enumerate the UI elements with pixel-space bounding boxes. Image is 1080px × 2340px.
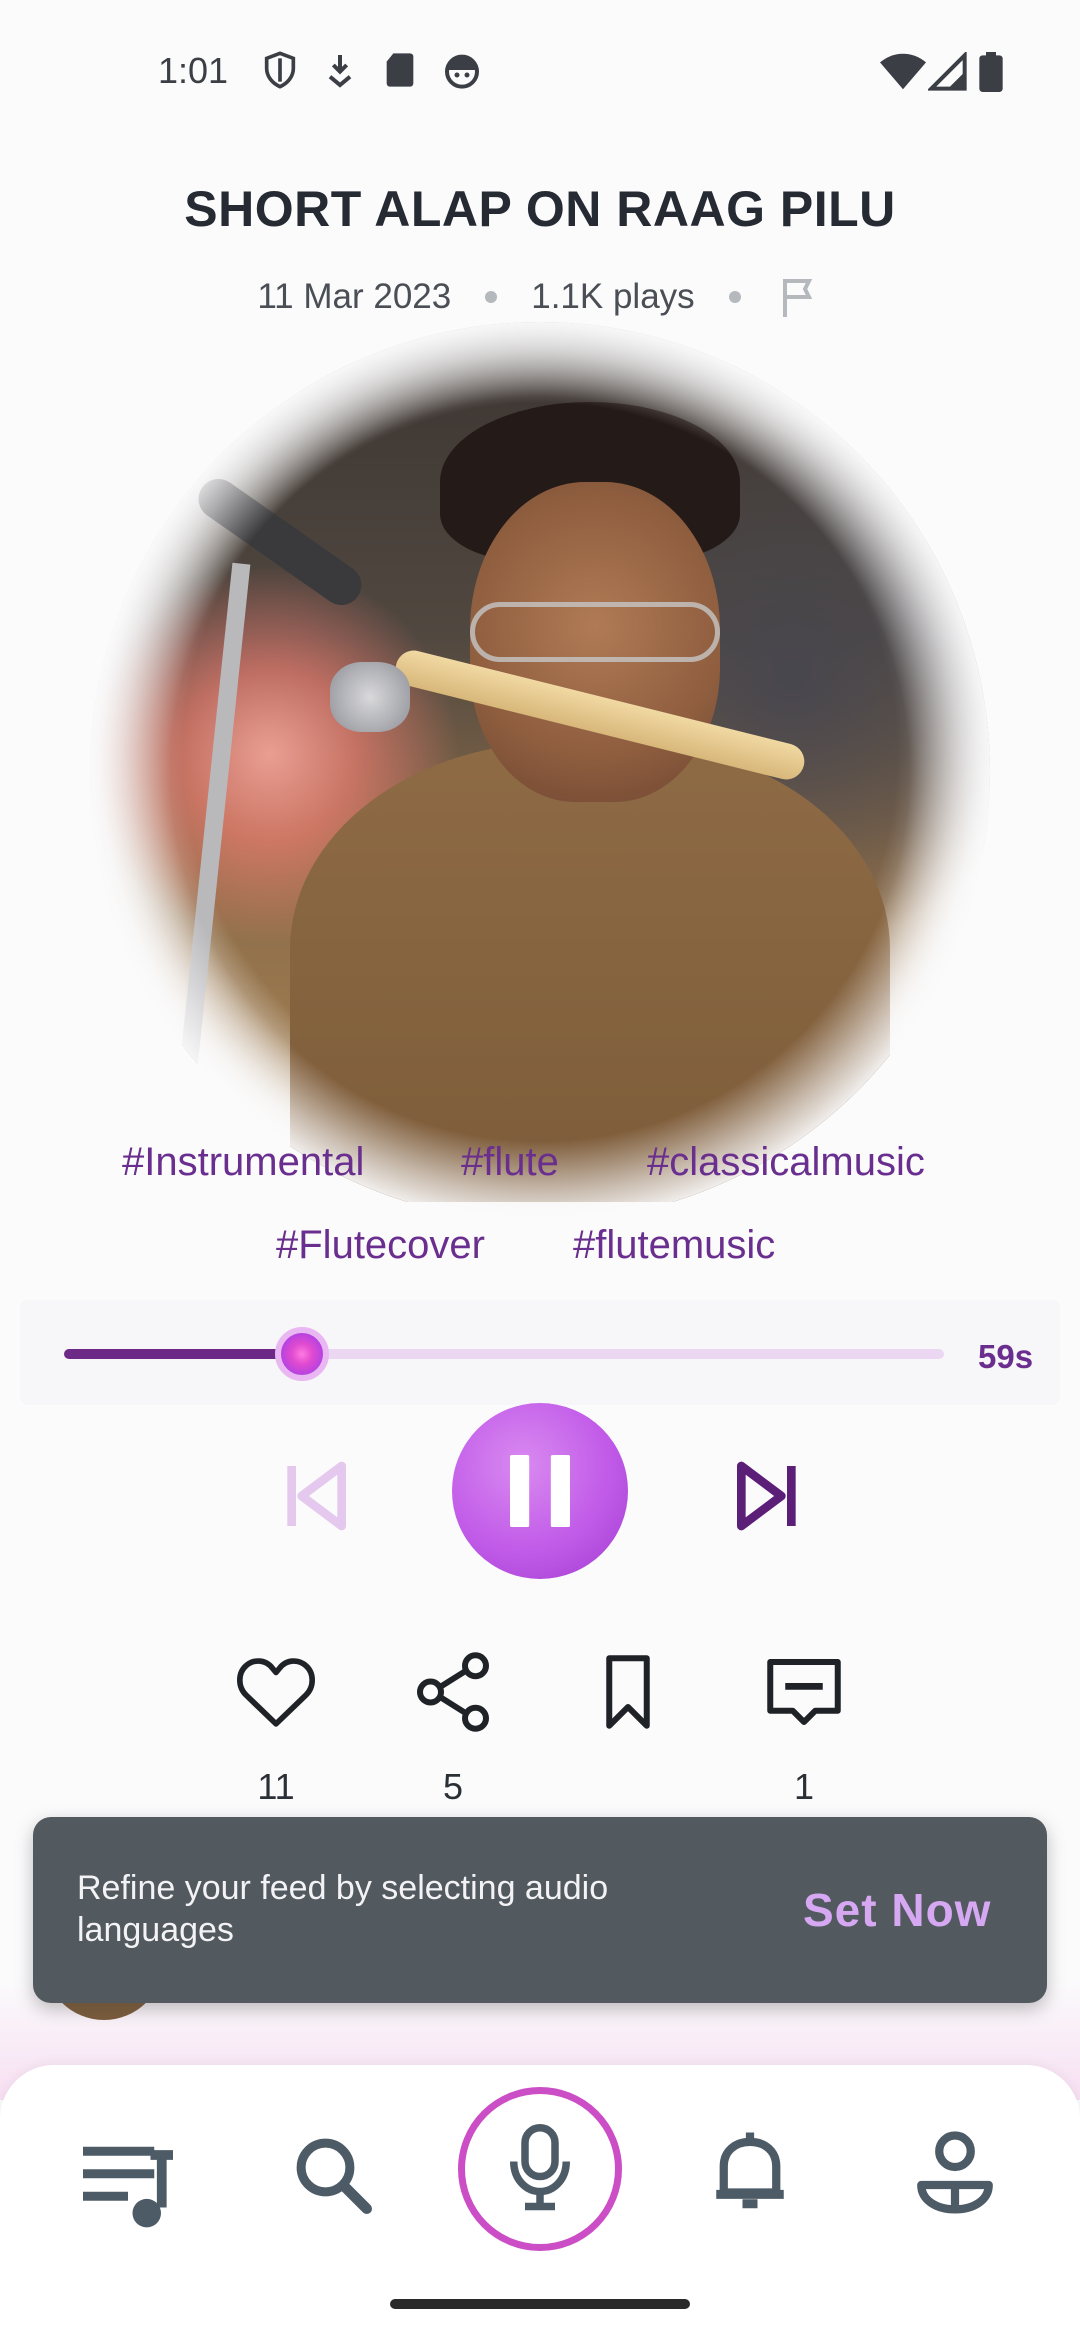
- status-time: 1:01: [158, 50, 229, 91]
- tag-instrumental[interactable]: #Instrumental: [122, 1140, 364, 1185]
- track-meta: 11 Mar 2023 1.1K plays: [0, 272, 1080, 322]
- next-button[interactable]: [728, 1456, 808, 1536]
- bookmark-button[interactable]: [583, 1647, 673, 1737]
- playlist-icon[interactable]: [78, 2140, 178, 2230]
- separator-dot: [728, 291, 741, 303]
- status-bar: 1:01: [0, 0, 1080, 140]
- comment-button[interactable]: [759, 1647, 849, 1737]
- search-icon[interactable]: [288, 2130, 378, 2220]
- wifi-icon: [880, 53, 926, 90]
- like-button[interactable]: [231, 1647, 321, 1737]
- cover-art: [90, 322, 990, 1222]
- pause-icon: [510, 1455, 570, 1527]
- pause-button[interactable]: [452, 1403, 628, 1579]
- report-flag-icon[interactable]: [775, 273, 823, 321]
- shield-icon: [264, 51, 296, 89]
- mic-icon: [510, 2124, 570, 2211]
- signal-icon: [928, 52, 967, 91]
- record-button[interactable]: [458, 2087, 622, 2251]
- play-count: 1.1K plays: [531, 277, 695, 316]
- android-face-icon: [445, 54, 479, 89]
- set-now-button[interactable]: Set Now: [803, 1883, 991, 1937]
- share-count: 5: [442, 1766, 464, 1807]
- track-title: SHORT ALAP ON RAAG PILU: [184, 181, 896, 237]
- seek-bar-progress: [64, 1349, 302, 1359]
- sd-card-icon: [386, 53, 414, 87]
- seek-thumb[interactable]: [274, 1327, 329, 1381]
- bell-icon[interactable]: [705, 2125, 795, 2215]
- separator-dot: [485, 291, 498, 303]
- download-icon: [328, 55, 352, 88]
- tag-classicalmusic[interactable]: #classicalmusic: [647, 1140, 925, 1185]
- share-button[interactable]: [408, 1647, 498, 1737]
- duration-label: 59s: [978, 1338, 1034, 1375]
- previous-button[interactable]: [275, 1456, 355, 1536]
- tag-flutecover[interactable]: #Flutecover: [276, 1223, 485, 1268]
- cover-fade: [90, 322, 990, 1222]
- tag-flutemusic[interactable]: #flutemusic: [573, 1223, 775, 1268]
- home-indicator[interactable]: [390, 2299, 690, 2309]
- battery-icon: [979, 52, 1003, 92]
- profile-icon[interactable]: [910, 2125, 1000, 2215]
- track-date: 11 Mar 2023: [257, 277, 452, 316]
- snackbar-message: Refine your feed by selecting audio lang…: [77, 1869, 609, 1949]
- tag-flute[interactable]: #flute: [461, 1140, 559, 1185]
- like-count: 11: [257, 1766, 295, 1807]
- snackbar: Refine your feed by selecting audio lang…: [33, 1817, 1047, 2003]
- comment-count: 1: [793, 1766, 815, 1807]
